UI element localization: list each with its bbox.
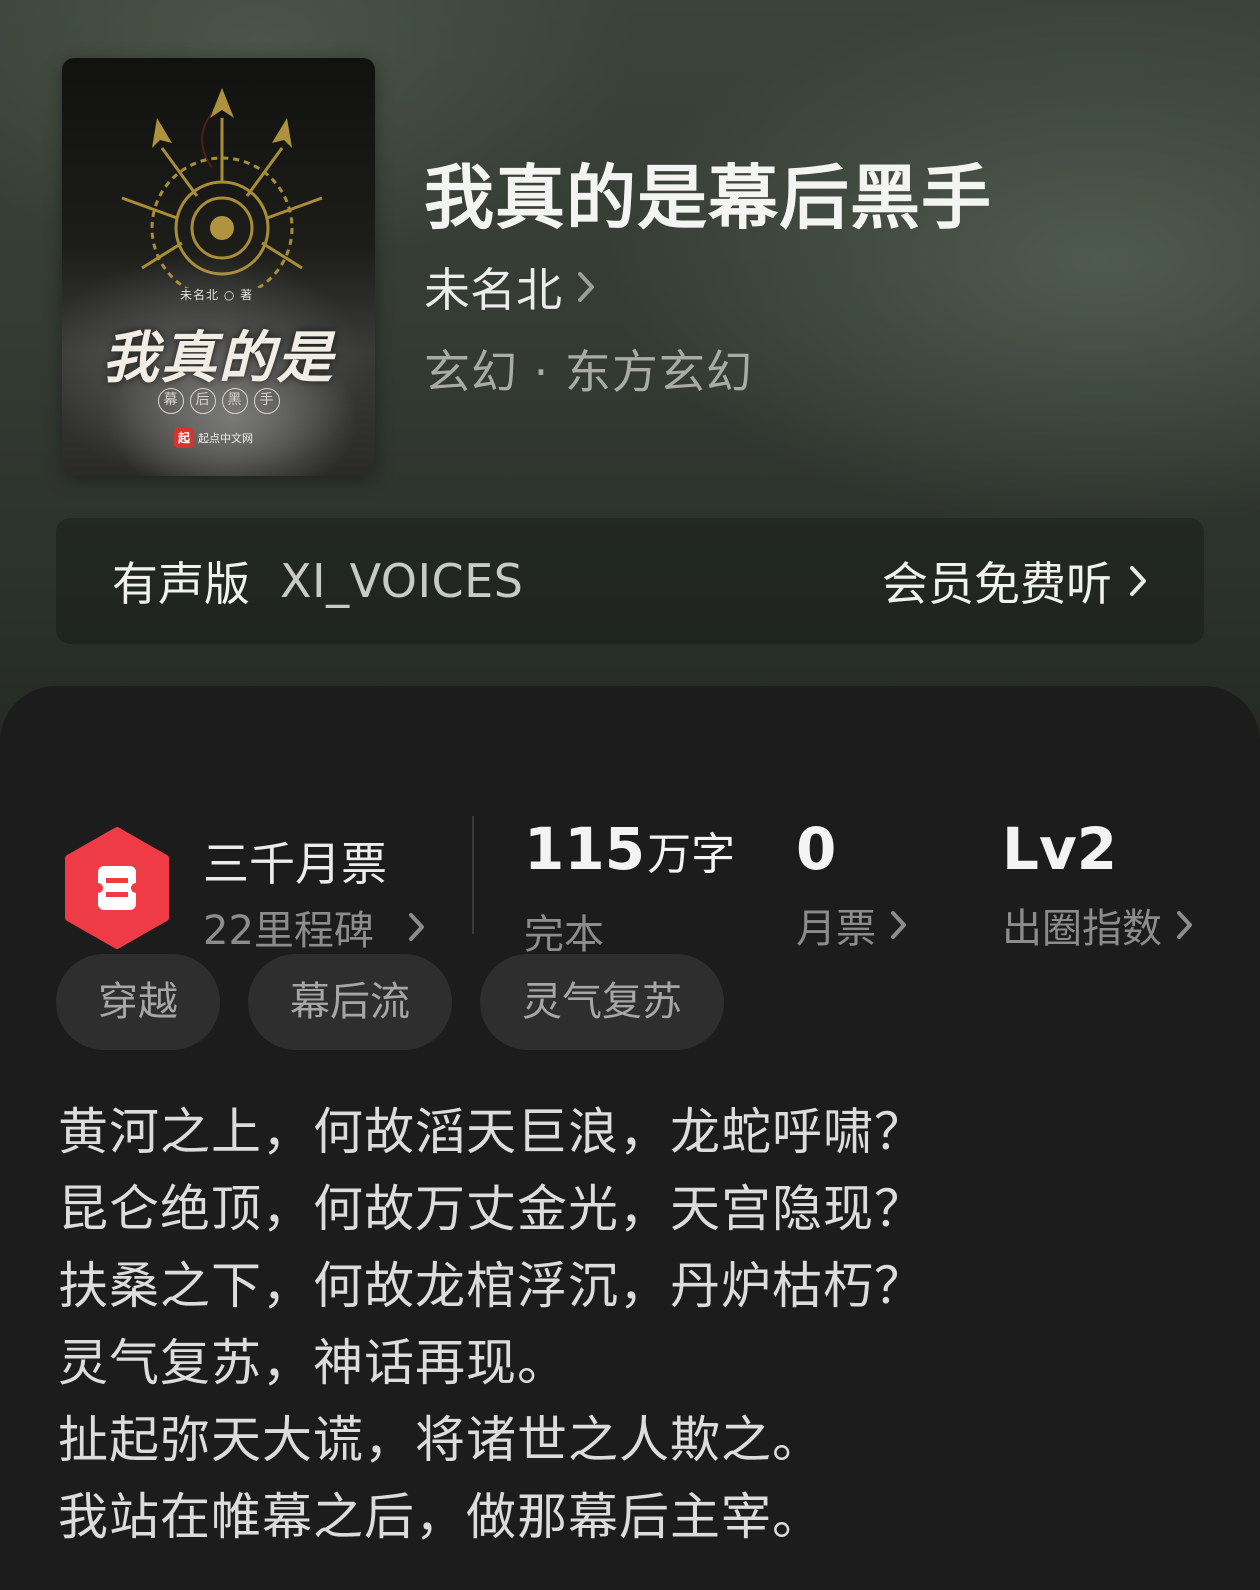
tag-chip[interactable]: 灵气复苏 (480, 954, 724, 1050)
cover-emblem-art (121, 88, 323, 288)
cover-title: 我真的是 (102, 325, 335, 391)
synopsis-line: 黄河之上，何故滔天巨浪，龙蛇呼啸？ (58, 1103, 925, 1161)
monthly-ticket-label: 月票 (796, 906, 876, 952)
content-panel: 三千月票 22里程碑 115万字 完本 0 月票 Lv2 出圈指数 穿越 幕后流… (0, 686, 1260, 1590)
audiobook-brand: XI_VOICES (280, 554, 524, 608)
stats-row: 三千月票 22里程碑 115万字 完本 0 月票 Lv2 出圈指数 (0, 748, 1260, 958)
synopsis-line: 扯起弥天大谎，将诸世之人欺之。 (58, 1411, 823, 1469)
monthly-ticket-value: 0 (796, 815, 837, 883)
chevron-right-icon (1177, 911, 1192, 939)
publisher-name: 起点中文网 (198, 432, 253, 445)
book-detail-page: 未名北 ○ 著 我真的是 幕 后 黑 手 起 起点中文网 我真的是幕后黑手 未名… (0, 0, 1260, 1590)
chevron-right-icon (891, 911, 906, 939)
chevron-right-icon (578, 272, 594, 302)
word-count-unit: 万字 (647, 829, 736, 880)
audiobook-bar[interactable]: 有声版 XI_VOICES 会员免费听 (56, 518, 1204, 644)
book-cover[interactable]: 未名北 ○ 著 我真的是 幕 后 黑 手 起 起点中文网 (62, 58, 375, 476)
audiobook-label: 有声版 (112, 557, 250, 611)
ticket-badge-icon[interactable] (62, 826, 172, 950)
tag-list: 穿越 幕后流 灵气复苏 (56, 954, 724, 1050)
synopsis-line: 扶桑之下，何故龙棺浮沉，丹炉枯朽？ (58, 1257, 925, 1315)
tag-chip[interactable]: 幕后流 (248, 954, 452, 1050)
chevron-right-icon (408, 913, 424, 941)
audiobook-info: 有声版 XI_VOICES (112, 548, 523, 614)
monthly-ticket-stat[interactable]: 0 月票 (796, 814, 908, 954)
milestone-link[interactable]: 22里程碑 (203, 898, 426, 956)
synopsis-line: 昆仑绝顶，何故万丈金光，天宫隐现？ (58, 1180, 925, 1238)
cover-subtitle-char: 黑 (221, 388, 248, 414)
circle-index-label: 出圈指数 (1002, 906, 1162, 952)
circle-index-stat[interactable]: Lv2 出圈指数 (1002, 814, 1194, 954)
cover-author-line: 未名北 ○ 著 (180, 288, 254, 302)
author-name: 未名北 (424, 263, 562, 317)
cover-publisher: 起 起点中文网 (174, 428, 253, 448)
cover-subtitle-char: 幕 (157, 388, 184, 414)
milestone-label: 22里程碑 (203, 908, 374, 954)
genre-label[interactable]: 玄幻 · 东方玄幻 (424, 336, 753, 402)
rank-title: 三千月票 (203, 837, 387, 891)
synopsis-line: 灵气复苏，神话再现。 (58, 1334, 568, 1392)
circle-index-value: Lv2 (1002, 815, 1118, 883)
completion-status: 完本 (524, 912, 604, 958)
author-link[interactable]: 未名北 (424, 254, 596, 320)
listen-free-button[interactable]: 会员免费听 (882, 548, 1148, 614)
book-title: 我真的是幕后黑手 (424, 156, 992, 239)
stats-divider (472, 816, 474, 934)
word-count-stat: 115万字 完本 (524, 814, 735, 960)
chevron-right-icon (1130, 566, 1146, 596)
publisher-logo-icon: 起 (174, 428, 194, 448)
synopsis[interactable]: 黄河之上，何故滔天巨浪，龙蛇呼啸？ 昆仑绝顶，何故万丈金光，天宫隐现？ 扶桑之下… (58, 1094, 1208, 1556)
word-count-value: 115 (524, 815, 646, 883)
synopsis-line: 我站在帷幕之后，做那幕后主宰。 (58, 1488, 823, 1546)
listen-free-label: 会员免费听 (882, 557, 1112, 611)
book-header: 未名北 ○ 著 我真的是 幕 后 黑 手 起 起点中文网 我真的是幕后黑手 未名… (0, 0, 1260, 760)
cover-subtitle-char: 后 (189, 388, 216, 414)
cover-subtitle: 幕 后 黑 手 (62, 388, 375, 414)
tag-chip[interactable]: 穿越 (56, 954, 220, 1050)
cover-subtitle-char: 手 (253, 388, 280, 414)
